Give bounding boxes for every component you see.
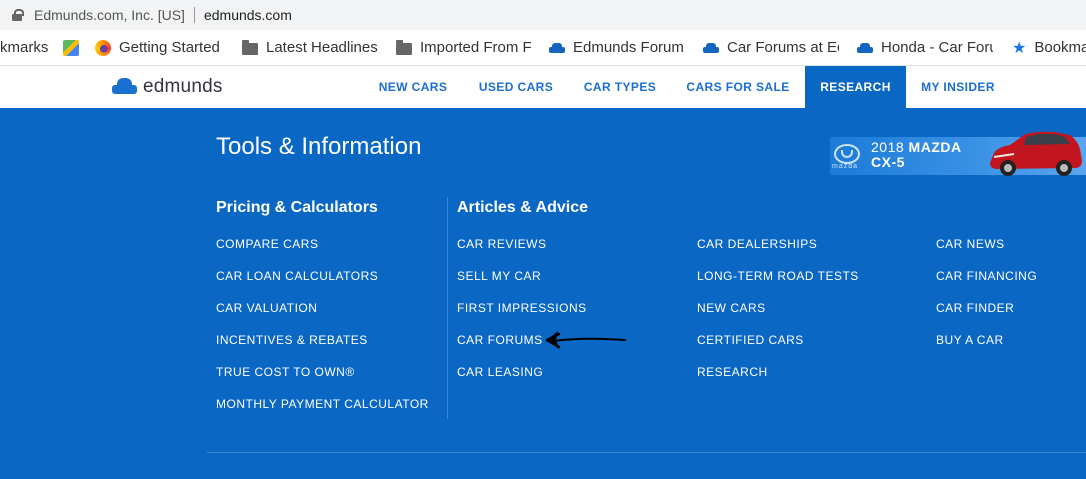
car-icon: [549, 42, 565, 53]
bookmark-label: Edmunds Forum: [573, 39, 684, 56]
bookmarks-bar: kmarks Getting Started Latest Headlines …: [0, 30, 1086, 66]
bookmark-latest-headlines[interactable]: Latest Headlines: [242, 30, 378, 65]
link-new-cars[interactable]: NEW CARS: [697, 301, 766, 315]
bookmark-honda[interactable]: Honda - Car Foru: [857, 30, 993, 65]
address-separator: [193, 7, 195, 23]
link-car-reviews[interactable]: CAR REVIEWS: [457, 237, 547, 251]
nav-car-types[interactable]: CAR TYPES: [574, 66, 666, 108]
link-monthly-payment-calculator[interactable]: MONTHLY PAYMENT CALCULATOR: [216, 397, 429, 411]
folder-icon: [396, 39, 412, 55]
suv-image: [990, 131, 1082, 176]
maps-icon: [63, 39, 79, 56]
car-icon: [703, 42, 719, 53]
mazda-ad-banner[interactable]: mazda 2018 MAZDA CX-5: [830, 125, 1086, 177]
link-long-term-road-tests[interactable]: LONG-TERM ROAD TESTS: [697, 269, 859, 283]
link-car-leasing[interactable]: CAR LEASING: [457, 365, 543, 379]
bookmark-label: Latest Headlines: [266, 39, 378, 56]
link-car-finder[interactable]: CAR FINDER: [936, 301, 1014, 315]
link-first-impressions[interactable]: FIRST IMPRESSIONS: [457, 301, 587, 315]
hand-drawn-arrow-icon: [545, 331, 626, 349]
menu-title: Tools & Information: [216, 133, 422, 160]
nav-cars-for-sale[interactable]: CARS FOR SALE: [677, 66, 799, 108]
nav-my-insider[interactable]: MY INSIDER: [912, 66, 1004, 108]
firefox-icon: [95, 39, 111, 56]
url-text[interactable]: edmunds.com: [204, 7, 292, 23]
link-car-forums[interactable]: CAR FORUMS: [457, 333, 543, 347]
bookmark-label: Bookma: [1034, 39, 1086, 56]
bookmark-car-forums[interactable]: Car Forums at Ec: [703, 30, 839, 65]
ad-model: CX-5: [871, 154, 905, 170]
edmunds-logo[interactable]: edmunds: [112, 76, 223, 98]
mazda-logo-icon: [834, 144, 860, 164]
bookmark-imported[interactable]: Imported From F: [396, 30, 532, 65]
link-certified-cars[interactable]: CERTIFIED CARS: [697, 333, 804, 347]
bookmark-label: Getting Started: [119, 39, 220, 56]
car-logo-icon: [112, 78, 137, 96]
bookmark-label: Car Forums at Ec: [727, 39, 839, 56]
link-car-valuation[interactable]: CAR VALUATION: [216, 301, 317, 315]
car-icon: [857, 42, 873, 53]
nav-used-cars[interactable]: USED CARS: [469, 66, 563, 108]
link-true-cost-to-own[interactable]: TRUE COST TO OWN®: [216, 365, 355, 379]
link-research[interactable]: RESEARCH: [697, 365, 768, 379]
bookmark-maps[interactable]: [63, 30, 87, 65]
folder-icon: [242, 39, 258, 55]
lock-icon: [12, 9, 24, 21]
bookmark-label: Honda - Car Foru: [881, 39, 993, 56]
site-header: edmunds NEW CARS USED CARS CAR TYPES CAR…: [0, 66, 1086, 108]
link-buy-a-car[interactable]: BUY A CAR: [936, 333, 1004, 347]
site-identity[interactable]: Edmunds.com, Inc. [US]: [34, 7, 185, 23]
column-divider: [447, 197, 448, 419]
link-car-financing[interactable]: CAR FINANCING: [936, 269, 1037, 283]
nav-research[interactable]: RESEARCH: [805, 66, 906, 108]
bookmark-item[interactable]: kmarks: [0, 30, 48, 65]
ad-year-make: 2018 MAZDA: [871, 139, 962, 155]
bookmark-getting-started[interactable]: Getting Started: [95, 30, 220, 65]
bookmark-edmunds-forum[interactable]: Edmunds Forum: [549, 30, 684, 65]
pricing-heading: Pricing & Calculators: [216, 199, 378, 216]
mazda-wordmark: mazda: [832, 163, 859, 170]
link-incentives-rebates[interactable]: INCENTIVES & REBATES: [216, 333, 368, 347]
bookmark-other[interactable]: ★ Bookma: [1012, 30, 1086, 65]
link-car-loan-calculators[interactable]: CAR LOAN CALCULATORS: [216, 269, 378, 283]
link-sell-my-car[interactable]: SELL MY CAR: [457, 269, 541, 283]
menu-bottom-rule: [207, 452, 1086, 453]
address-bar[interactable]: Edmunds.com, Inc. [US] edmunds.com: [0, 0, 1086, 30]
articles-heading: Articles & Advice: [457, 199, 589, 216]
link-car-news[interactable]: CAR NEWS: [936, 237, 1005, 251]
logo-text: edmunds: [143, 76, 223, 97]
link-compare-cars[interactable]: COMPARE CARS: [216, 237, 318, 251]
nav-new-cars[interactable]: NEW CARS: [368, 66, 458, 108]
star-icon: ★: [1012, 39, 1027, 57]
bookmark-label: kmarks: [0, 39, 49, 56]
link-car-dealerships[interactable]: CAR DEALERSHIPS: [697, 237, 817, 251]
bookmark-label: Imported From F: [420, 39, 532, 56]
